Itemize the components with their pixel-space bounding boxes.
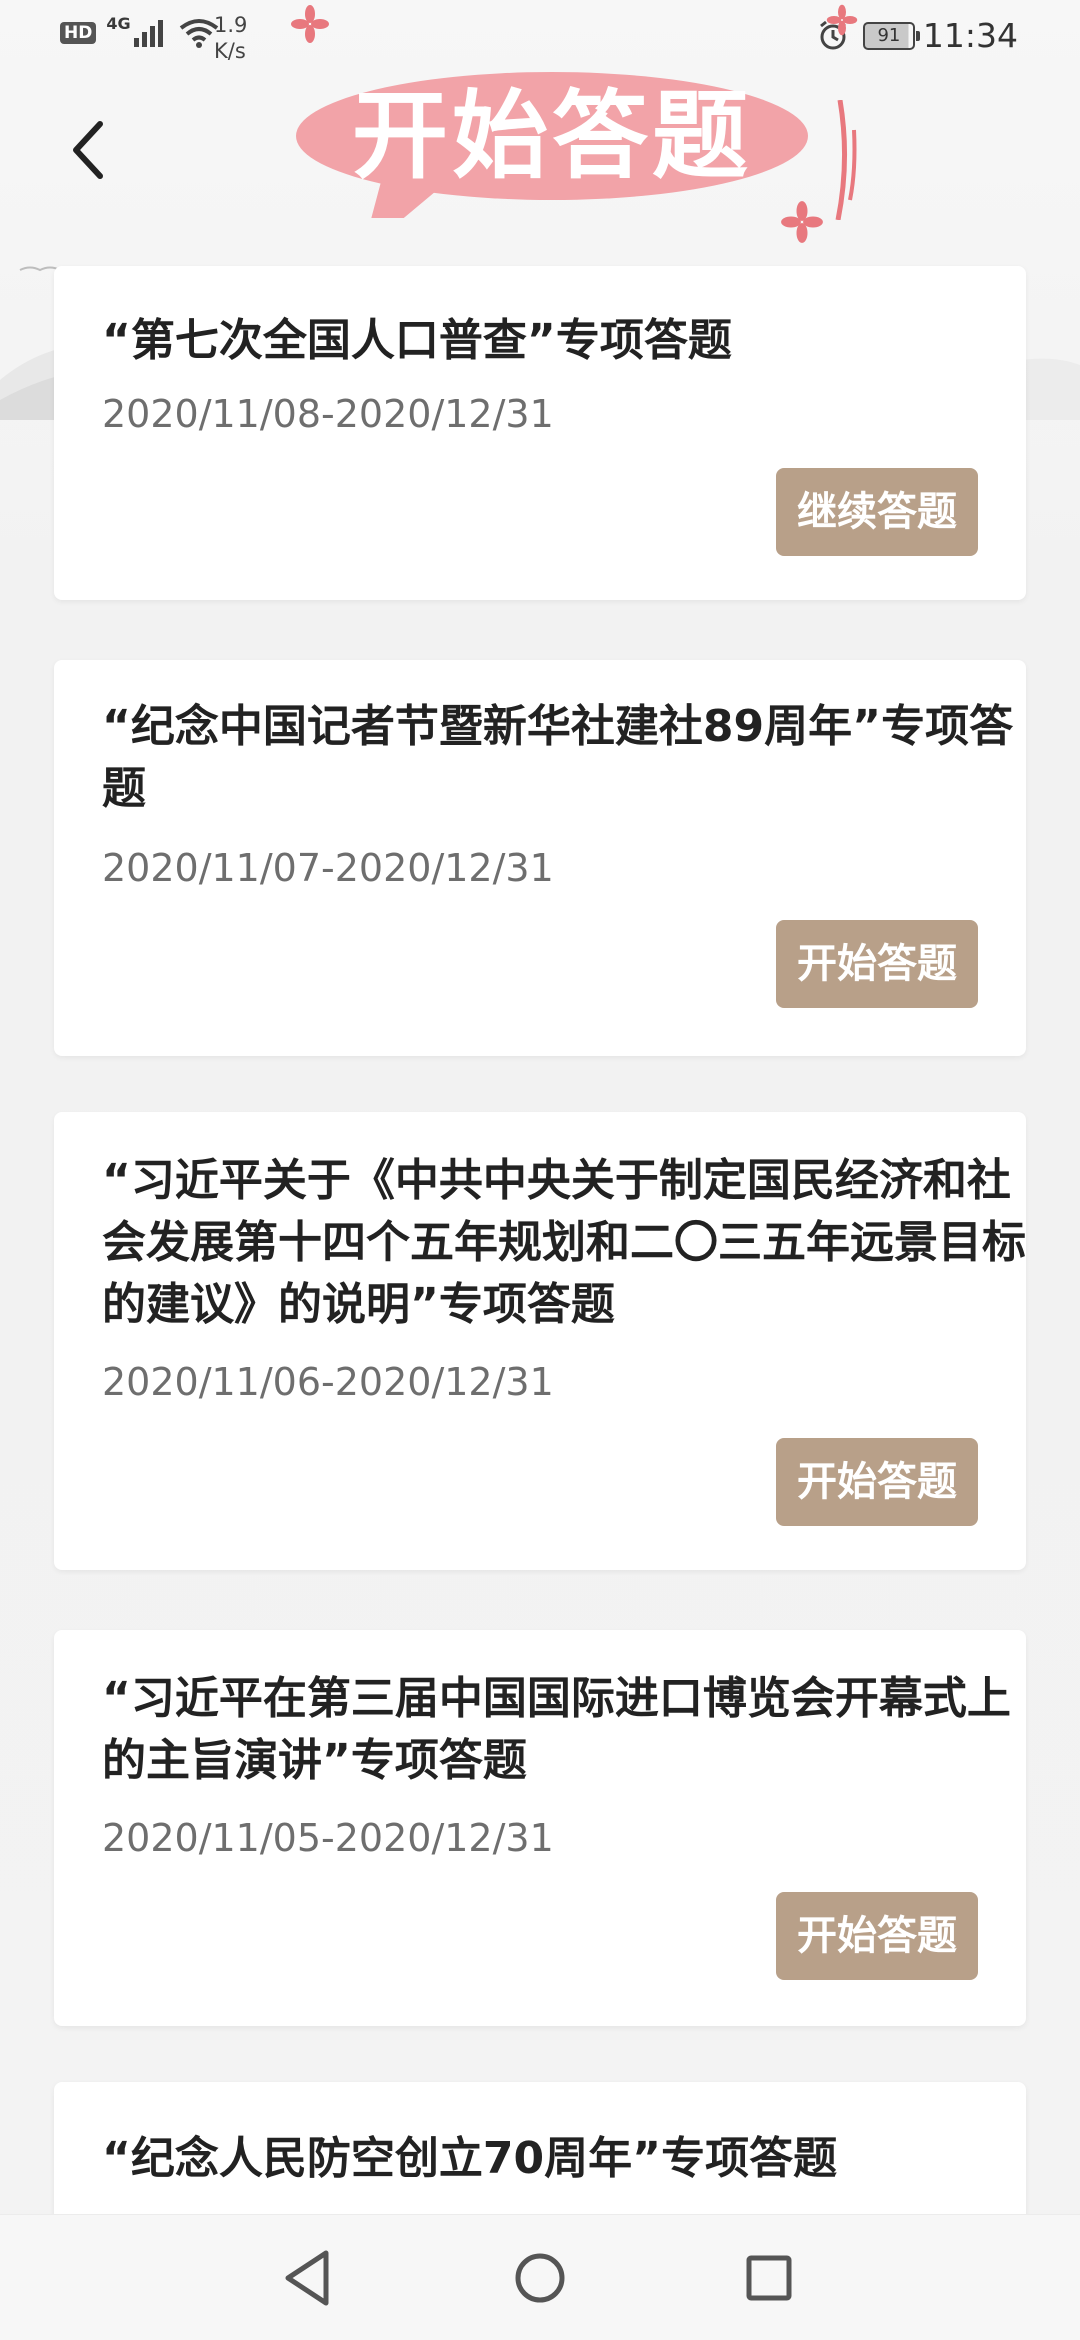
answer-list-page: HD 4G 1.9 K/s 91 11:34 开始答题 “第七次全国人口普查”专… xyxy=(0,0,1080,2340)
quiz-title: “第七次全国人口普查”专项答题 xyxy=(102,315,732,366)
quiz-card[interactable]: “第七次全国人口普查”专项答题 2020/11/08-2020/12/31 继续… xyxy=(54,266,1026,600)
continue-quiz-button[interactable]: 继续答题 xyxy=(776,468,978,556)
system-nav-bar xyxy=(0,2214,1080,2340)
network-label: 4G xyxy=(106,13,131,33)
page-title: 开始答题 xyxy=(352,80,752,192)
quiz-date-range: 2020/11/05-2020/12/31 xyxy=(102,1816,554,1860)
start-quiz-button[interactable]: 开始答题 xyxy=(776,1892,978,1980)
bamboo-leaf-icon xyxy=(835,100,857,220)
start-quiz-button[interactable]: 开始答题 xyxy=(776,920,978,1008)
battery-indicator: 91 xyxy=(862,21,920,50)
quiz-card[interactable]: “纪念中国记者节暨新华社建社89周年”专项答题 2020/11/07-2020/… xyxy=(54,660,1026,1056)
back-chevron-icon[interactable] xyxy=(60,108,120,192)
quiz-title: “习近平关于《中共中央关于制定国民经济和社会发展第十四个五年规划和二〇三五年远景… xyxy=(102,1155,1026,1330)
quiz-date-range: 2020/11/06-2020/12/31 xyxy=(102,1360,554,1404)
quiz-title: “纪念人民防空创立70周年”专项答题 xyxy=(102,2133,838,2184)
quiz-title: “纪念中国记者节暨新华社建社89周年”专项答题 xyxy=(102,701,1014,814)
quiz-card[interactable]: “习近平关于《中共中央关于制定国民经济和社会发展第十四个五年规划和二〇三五年远景… xyxy=(54,1112,1026,1570)
clock-time: 11:34 xyxy=(922,16,1018,55)
square-recents-icon[interactable] xyxy=(730,2239,808,2317)
speed-value: 1.9 xyxy=(214,13,248,37)
flower-icon xyxy=(291,5,329,43)
wifi-icon xyxy=(179,19,218,48)
flower-icon xyxy=(826,4,858,36)
flower-icon xyxy=(781,201,823,243)
quiz-card[interactable]: “习近平在第三届中国国际进口博览会开幕式上的主旨演讲”专项答题 2020/11/… xyxy=(54,1630,1026,2026)
quiz-date-range: 2020/11/07-2020/12/31 xyxy=(102,846,554,890)
status-left: HD 4G xyxy=(60,14,219,48)
signal-icon xyxy=(133,20,163,47)
start-quiz-button[interactable]: 开始答题 xyxy=(776,1438,978,1526)
hd-badge: HD xyxy=(60,22,97,44)
circle-home-icon[interactable] xyxy=(501,2239,579,2317)
network-speed: 1.9 K/s xyxy=(214,12,247,64)
quiz-date-range: 2020/11/08-2020/12/31 xyxy=(102,392,554,436)
triangle-back-icon[interactable] xyxy=(270,2239,348,2317)
quiz-title: “习近平在第三届中国国际进口博览会开幕式上的主旨演讲”专项答题 xyxy=(102,1673,1011,1786)
